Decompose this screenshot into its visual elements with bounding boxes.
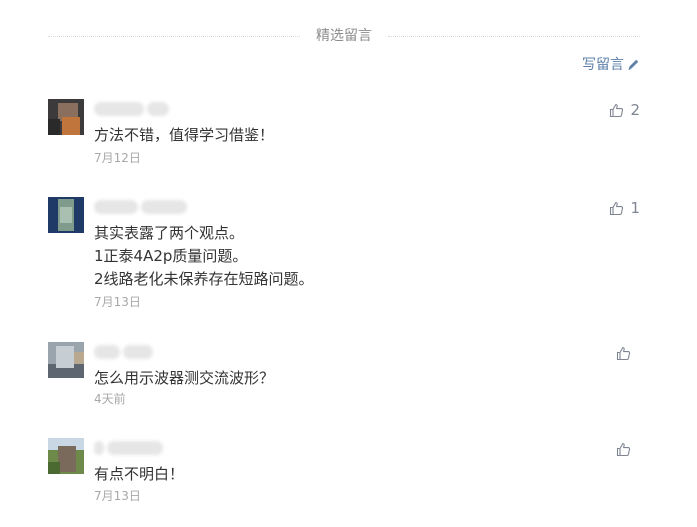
nickname-blurred	[94, 440, 163, 456]
comment-text: 其实表露了两个观点。 1正泰4A2p质量问题。 2线路老化未保养存在短路问题。	[94, 224, 314, 288]
avatar	[48, 438, 84, 474]
comment-text: 有点不明白！	[94, 465, 185, 483]
like-button[interactable]: 2	[609, 100, 640, 120]
nickname-blurred	[94, 199, 187, 215]
avatar	[48, 99, 84, 135]
comment-time: 7月13日	[94, 489, 141, 503]
write-comment-button[interactable]: 写留言	[582, 54, 640, 74]
thumbs-up-icon	[616, 346, 631, 360]
nickname-blurred	[94, 101, 169, 117]
comment-item: 有点不明白！ 7月13日	[48, 438, 640, 508]
pencil-icon	[628, 59, 639, 70]
comment-item: 其实表露了两个观点。 1正泰4A2p质量问题。 2线路老化未保养存在短路问题。 …	[48, 197, 640, 315]
comment-item: 方法不错，值得学习借鉴！ 7月12日 2	[48, 99, 640, 169]
featured-comments-header: 精选留言	[48, 26, 640, 46]
comment-item: 怎么用示波器测交流波形？ 4天前	[48, 342, 640, 412]
comment-time: 4天前	[94, 392, 126, 406]
like-count: 2	[630, 101, 640, 119]
nickname-blurred	[94, 344, 153, 360]
avatar	[48, 197, 84, 233]
thumbs-up-icon	[610, 201, 624, 215]
thumbs-up-icon	[610, 103, 624, 117]
header-divider-right	[388, 36, 640, 37]
comment-time: 7月12日	[94, 151, 141, 165]
comment-text: 怎么用示波器测交流波形？	[94, 369, 275, 387]
thumbs-up-icon	[616, 442, 631, 456]
avatar	[48, 342, 84, 378]
comment-time: 7月13日	[94, 295, 141, 309]
like-button[interactable]	[616, 343, 631, 363]
like-button[interactable]: 1	[609, 198, 640, 218]
comment-text: 方法不错，值得学习借鉴！	[94, 126, 275, 144]
write-comment-label: 写留言	[582, 57, 624, 73]
like-button[interactable]	[616, 439, 631, 459]
like-count: 1	[630, 199, 640, 217]
